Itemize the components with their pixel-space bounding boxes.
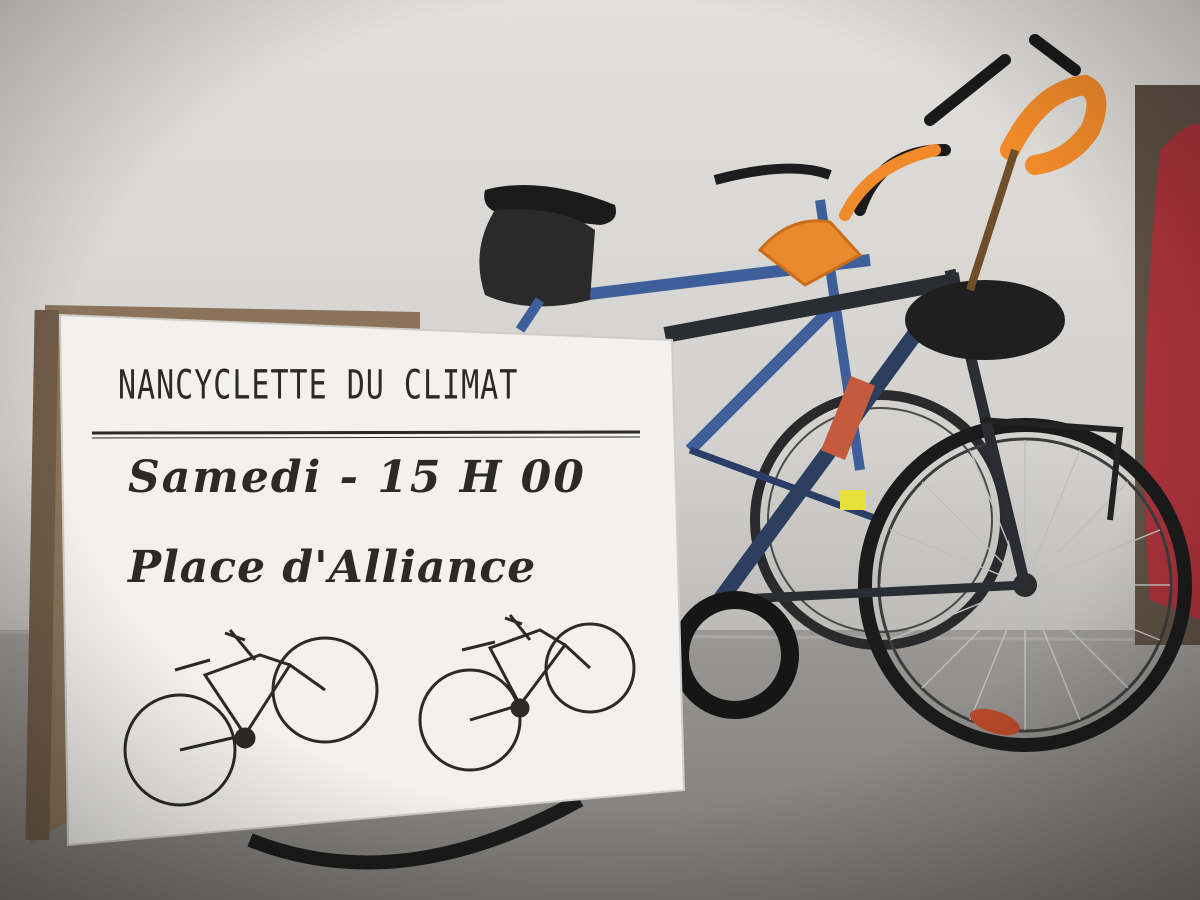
sign-title: NANCYCLETTE DU CLIMAT bbox=[118, 362, 519, 410]
sign-date-time: Samedi - 15 H 00 bbox=[128, 452, 586, 503]
sign-location: Place d'Alliance bbox=[128, 542, 537, 593]
photo-scene bbox=[0, 0, 1200, 900]
